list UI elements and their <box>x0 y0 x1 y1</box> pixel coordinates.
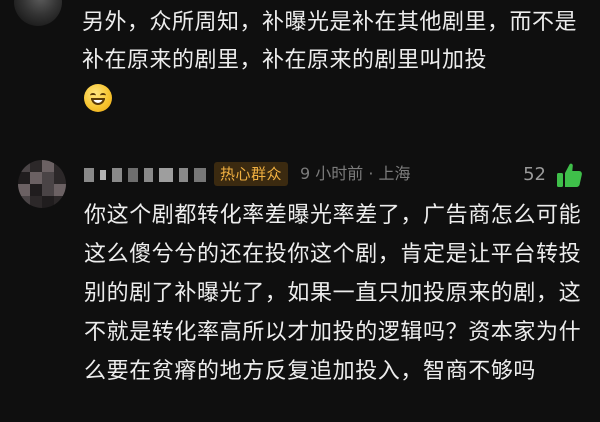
thumbs-up-icon[interactable] <box>554 160 584 190</box>
previous-commenter-avatar[interactable] <box>14 0 62 26</box>
like-count: 52 <box>523 164 546 185</box>
comment-meta: 9 小时前 · 上海 <box>300 164 411 183</box>
user-badge: 热心群众 <box>214 162 289 186</box>
commenter-username-blurred[interactable] <box>84 166 207 184</box>
grinning-face-emoji-icon <box>84 84 112 112</box>
comment-thread: 另外，众所周知，补曝光是补在其他剧里，而不是补在原来的剧里，补在原来的剧里叫加投… <box>0 0 600 422</box>
commenter-avatar[interactable] <box>18 160 66 208</box>
previous-comment-text: 另外，众所周知，补曝光是补在其他剧里，而不是补在原来的剧里，补在原来的剧里叫加投 <box>82 10 578 73</box>
comment-text: 你这个剧都转化率差曝光率差了，广告商怎么可能这么傻兮兮的还在投你这个剧，肯定是让… <box>84 203 582 384</box>
